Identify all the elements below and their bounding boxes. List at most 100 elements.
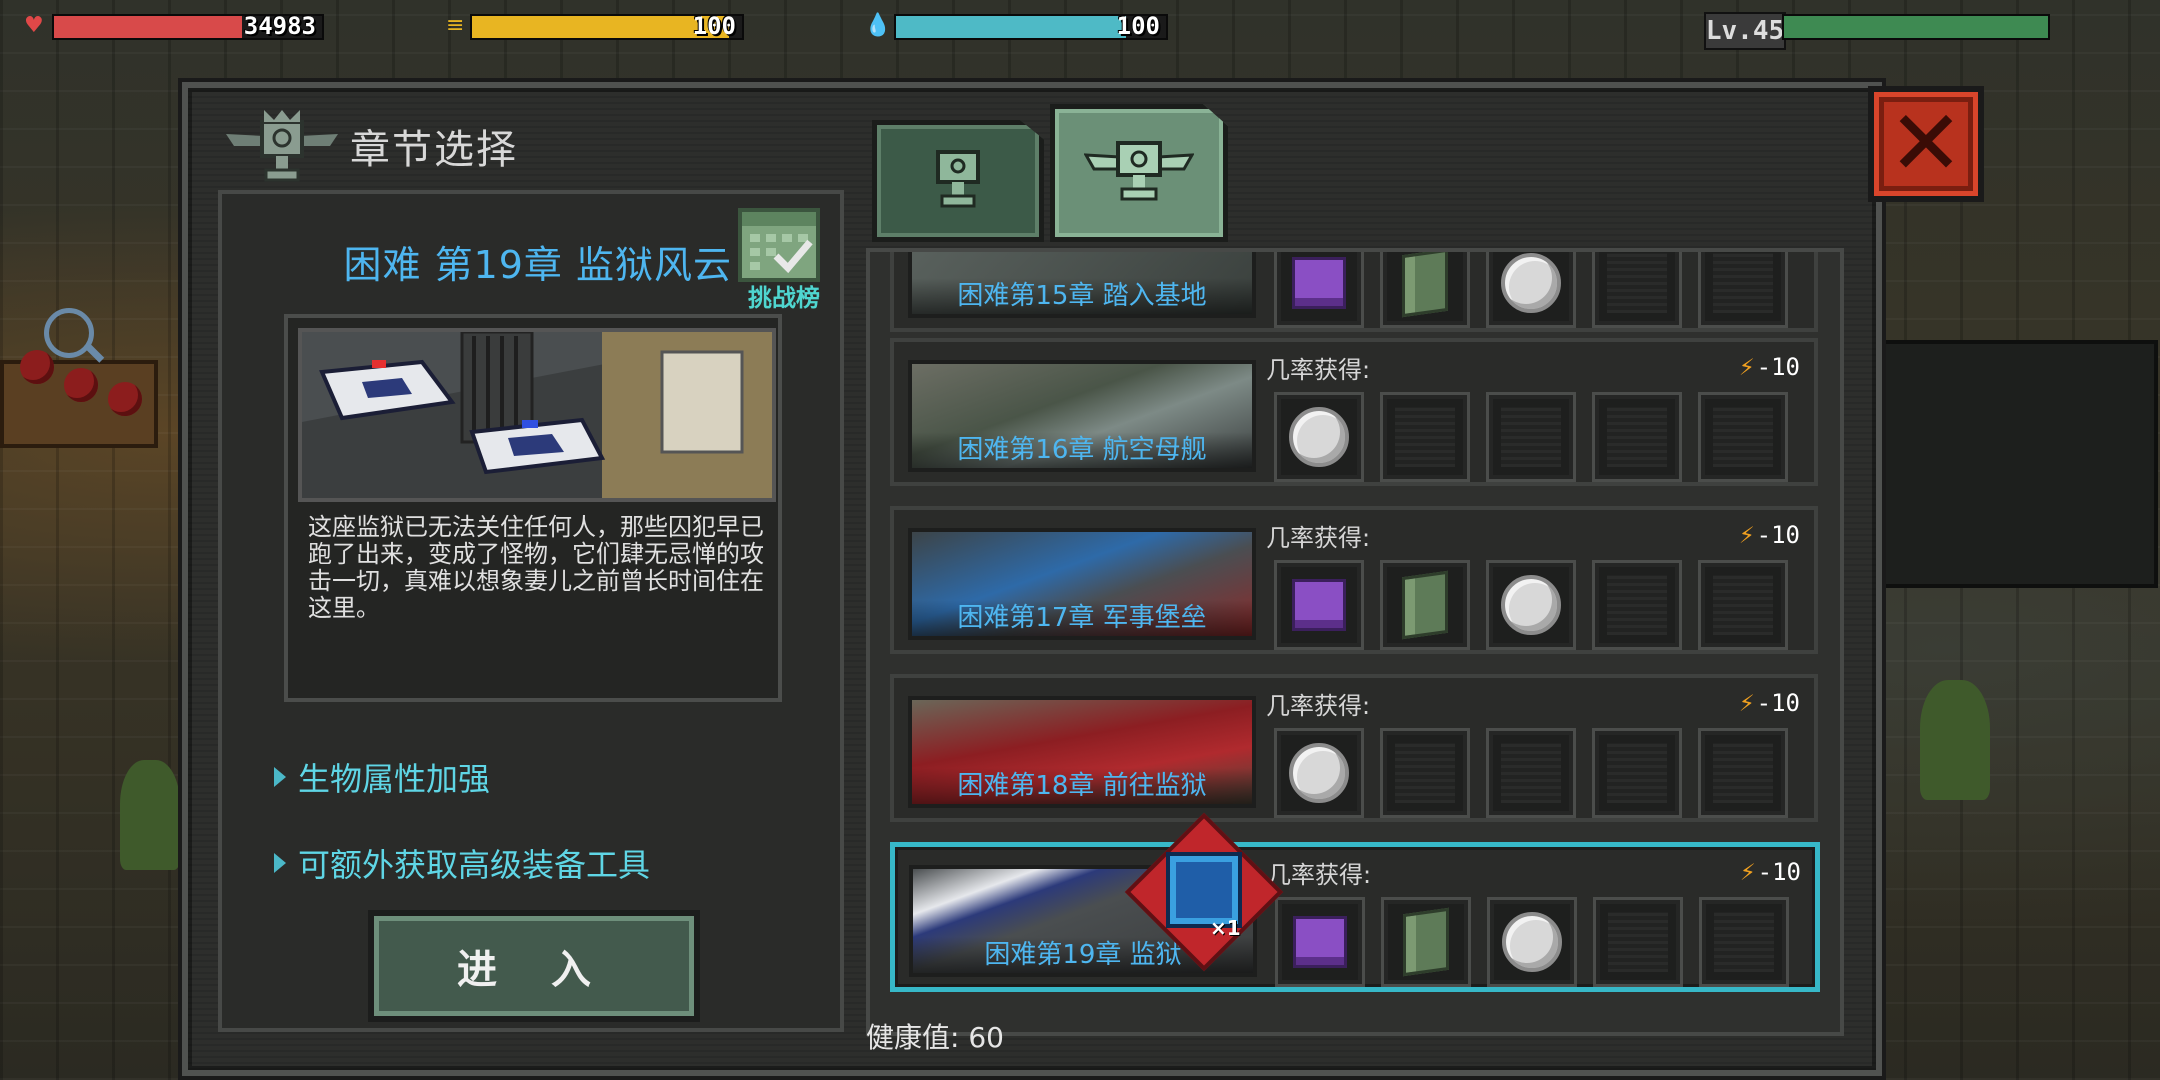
dialog-title: 章节选择 [350,127,518,173]
chapter-row[interactable]: 困难第16章 航空母舰 几率获得: ⚡ -10 [890,338,1818,486]
reward-slot[interactable] [1487,897,1577,987]
winged-trophy-icon [1084,141,1194,201]
tab-winged-trophy[interactable] [1050,104,1228,242]
reward-slot[interactable] [1274,392,1364,482]
chapter-thumbnail: 困难第18章 前往监狱 [908,696,1256,808]
winged-trophy-icon [226,110,338,182]
reward-slot-empty [1698,560,1788,650]
chapter-detail-panel: 困难 第19章 监狱风云 挑战榜 这座监狱已无法关住任何人，那些囚犯早已跑了出来… [218,190,844,1032]
reward-slots [1274,392,1788,482]
calendar-svg [742,212,816,274]
energy-cost-value: -10 [1756,521,1800,549]
chapter-row[interactable]: 困难第18章 前往监狱 几率获得: ⚡ -10 [890,674,1818,822]
energy-cost-value: -10 [1756,353,1800,381]
reward-slot-empty [1698,392,1788,482]
reward-slot-empty [1486,392,1576,482]
chapter-description: 这座监狱已无法关住任何人，那些囚犯早已跑了出来，变成了怪物，它们肆无忌惮的攻击一… [308,513,764,622]
energy-cost-value: -10 [1756,689,1800,717]
reward-slot-empty [1380,728,1470,818]
blueprint-scroll-icon [1402,252,1448,318]
chapter-thumbnail: 困难第16章 航空母舰 [908,360,1256,472]
chapter-row[interactable]: 困难第15章 踏入基地 [890,252,1818,332]
challenge-leaderboard-label[interactable]: 挑战榜 [748,278,820,313]
perk-label: 生物属性加强 [298,760,491,798]
health-bar-fill [54,16,242,38]
purple-device-icon [1292,579,1346,631]
chapter-row-selected[interactable]: 困难第19章 监狱 几率获得: ⚡ -10 [890,842,1820,992]
apple [108,382,142,416]
chapter-name: 困难第15章 踏入基地 [912,278,1252,314]
reward-slot[interactable] [1380,252,1470,328]
heart-icon: ♥ [24,13,44,38]
trophy-icon [936,150,980,208]
reward-slot[interactable] [1486,560,1576,650]
blueprint-scroll-icon [1402,570,1448,640]
enter-button[interactable]: 进 入 [368,910,700,1022]
chapter-name: 困难第16章 航空母舰 [912,432,1252,468]
drop-chance-label: 几率获得: [1266,356,1371,384]
chip-count: ×1 [1210,916,1241,940]
calendar-check-icon[interactable] [738,208,820,282]
plant [120,760,180,870]
lightning-bolt-icon: ⚡ [1738,352,1755,382]
silver-coin-icon [1502,912,1562,972]
water-bar: 100 [894,12,1168,40]
reward-slot-empty [1698,728,1788,818]
search-icon[interactable] [44,308,94,358]
reward-slot-empty [1592,728,1682,818]
lightning-bolt-icon: ⚡ [1738,688,1755,718]
reward-slot[interactable] [1380,560,1470,650]
silver-coin-icon [1501,253,1561,313]
reward-slot-empty [1698,252,1788,328]
lightning-bolt-icon: ⚡ [1739,857,1756,887]
reward-slot[interactable] [1275,897,1365,987]
dumpster [1880,340,2158,588]
reward-slot-empty [1593,897,1683,987]
triangle-bullet-icon [274,853,286,873]
chapter-title: 困难 第19章 监狱风云 [343,243,732,287]
energy-cost: ⚡ -10 [1739,520,1800,550]
energy-cost: ⚡ -10 [1740,857,1801,887]
plant [1920,680,1990,800]
reward-slot[interactable] [1274,560,1364,650]
chapter-name: 困难第18章 前往监狱 [912,768,1252,804]
prison-scene-art [302,332,772,498]
water-bar-fill [896,16,1126,38]
reward-slot[interactable] [1274,728,1364,818]
reward-slots [1275,897,1789,987]
silver-coin-icon [1289,743,1349,803]
close-button[interactable]: ✕ [1868,86,1984,202]
xp-bar [1782,14,2050,40]
reward-slot[interactable] [1486,252,1576,328]
reward-slot-empty [1592,560,1682,650]
health-bar: 34983 [52,12,324,40]
chapter-row[interactable]: 困难第17章 军事堡垒 几率获得: ⚡ -10 [890,506,1818,654]
perk-label: 可额外获取高级装备工具 [298,846,651,884]
perk-item: 生物属性加强 [274,754,490,800]
triangle-bullet-icon [274,767,286,787]
health-stat: 健康值: 60 [866,1021,1004,1054]
reward-slot[interactable] [1381,897,1471,987]
tab-trophy[interactable] [872,120,1044,242]
reward-slots [1274,560,1788,650]
reward-slot[interactable] [1274,252,1364,328]
food-value: 100 [692,12,736,40]
food-bar-fill [472,16,729,38]
silver-coin-icon [1289,407,1349,467]
drop-chance-label: 几率获得: [1266,692,1371,720]
food-icon: ≡ [446,13,465,38]
purple-device-icon [1293,916,1347,968]
chapter-list[interactable]: 困难第15章 踏入基地 困难第16章 航空母舰 几率获得: ⚡ -10 困难第17… [866,248,1844,1036]
chapter-thumbnail: 困难第15章 踏入基地 [908,252,1256,318]
close-x-icon: ✕ [1888,91,1964,196]
apple [64,368,98,402]
water-value: 100 [1116,12,1160,40]
water-drop-icon: 💧 [864,13,892,38]
food-bar: 100 [470,12,744,40]
reward-slot-empty [1592,392,1682,482]
energy-cost: ⚡ -10 [1739,352,1800,382]
xp-bar-fill [1784,16,2048,38]
health-value: 34983 [243,12,316,40]
purple-device-icon [1292,257,1346,309]
reward-slot-empty [1486,728,1576,818]
